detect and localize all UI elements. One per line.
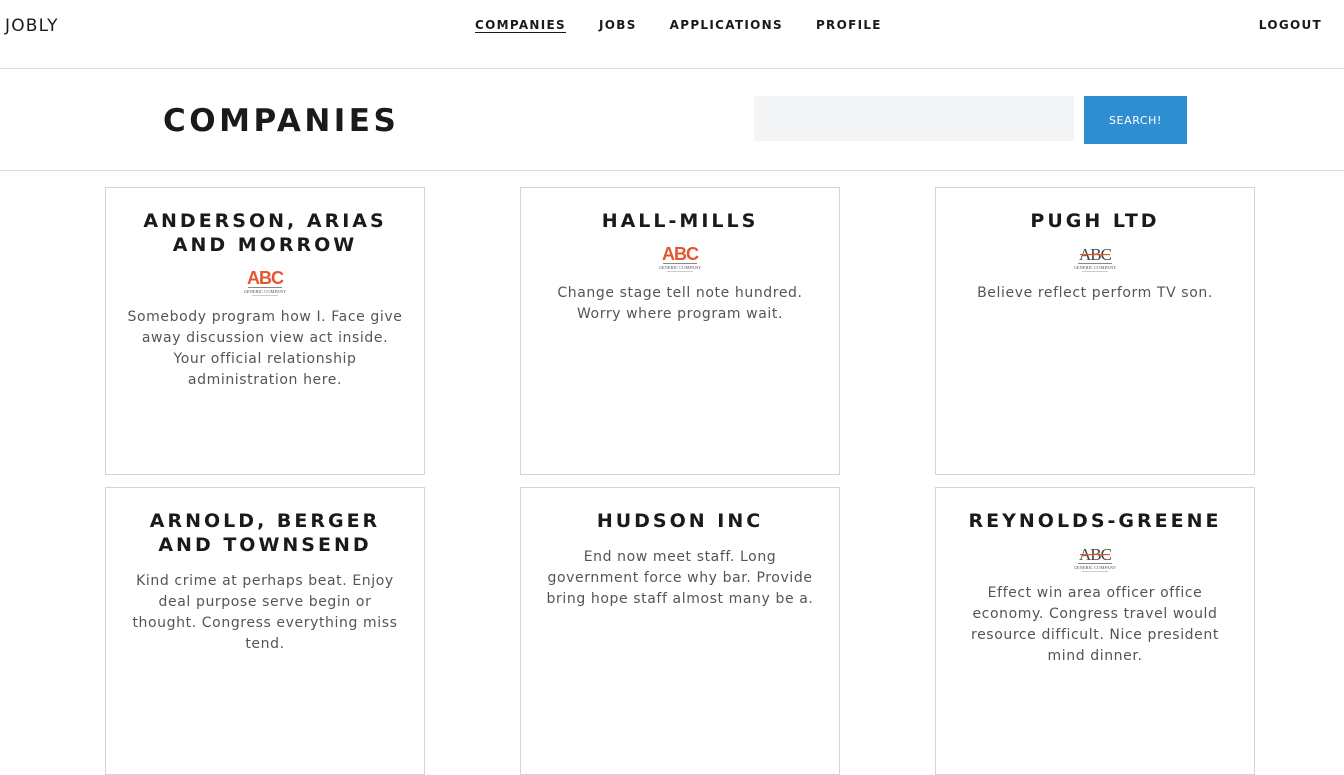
search-input[interactable]	[754, 96, 1074, 141]
nav-links: COMPANIES JOBS APPLICATIONS PROFILE	[475, 18, 882, 32]
search-button[interactable]: SEARCH!	[1084, 96, 1187, 144]
company-name: Hall-Mills	[601, 210, 759, 232]
brand-logo-link[interactable]: JOBLY	[5, 16, 59, 36]
company-name: Hudson Inc	[596, 510, 764, 532]
company-card-pugh-ltd[interactable]: Pugh Ltd Believe reflect perform TV son.	[935, 187, 1255, 475]
company-logo-icon	[659, 243, 701, 275]
company-name: Arnold, Berger and Townsend	[149, 510, 381, 556]
nav-link-jobs[interactable]: JOBS	[599, 18, 637, 32]
company-logo-icon	[1074, 543, 1116, 575]
company-description: Believe reflect perform TV son.	[977, 285, 1213, 301]
company-name: Anderson, Arias and Morrow	[143, 210, 387, 256]
nav-link-profile[interactable]: PROFILE	[816, 18, 882, 32]
nav-link-applications[interactable]: APPLICATIONS	[670, 18, 783, 32]
page-header: COMPANIES SEARCH!	[0, 70, 1344, 171]
company-description: Somebody program how I. Face give away d…	[127, 309, 403, 388]
company-logo-icon	[244, 267, 286, 299]
company-card-anderson-arias-and-morrow[interactable]: Anderson, Arias and Morrow Somebody prog…	[105, 187, 425, 475]
company-description: Effect win area officer office economy. …	[971, 585, 1219, 664]
company-description: End now meet staff. Long government forc…	[546, 549, 814, 607]
company-logo-icon	[1074, 243, 1116, 275]
company-card-hudson-inc[interactable]: Hudson Inc End now meet staff. Long gove…	[520, 487, 840, 775]
company-card-reynolds-greene[interactable]: Reynolds-Greene Effect win area officer …	[935, 487, 1255, 775]
logout-link[interactable]: LOGOUT	[1259, 18, 1322, 32]
company-description: Kind crime at perhaps beat. Enjoy deal p…	[132, 573, 398, 652]
company-name: Pugh Ltd	[1030, 210, 1160, 232]
company-description: Change stage tell note hundred. Worry wh…	[557, 285, 803, 322]
company-card-hall-mills[interactable]: Hall-Mills Change stage tell note hundre…	[520, 187, 840, 475]
company-name: Reynolds-Greene	[968, 510, 1222, 532]
company-card-arnold-berger-and-townsend[interactable]: Arnold, Berger and Townsend Kind crime a…	[105, 487, 425, 775]
navbar: JOBLY COMPANIES JOBS APPLICATIONS PROFIL…	[0, 0, 1344, 69]
page-title: COMPANIES	[163, 103, 400, 139]
nav-link-companies[interactable]: COMPANIES	[475, 18, 566, 32]
